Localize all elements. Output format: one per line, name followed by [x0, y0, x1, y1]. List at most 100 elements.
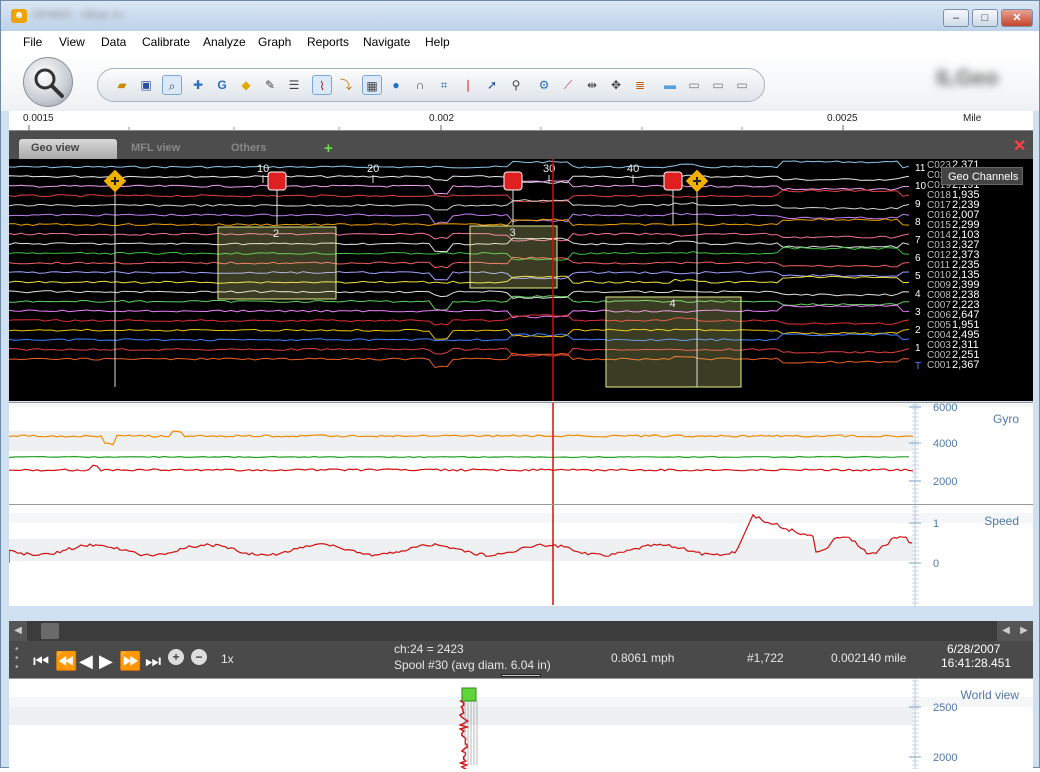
geo-chart[interactable]: 102030402341110987654321TC0232,371C0202,… — [8, 159, 1033, 401]
menu-reports[interactable]: Reports — [307, 35, 349, 49]
axis-tick-label: 1 — [933, 518, 939, 530]
geo-trace — [8, 352, 910, 369]
globe-icon[interactable]: ● — [386, 75, 406, 95]
anomaly-box-label: 3 — [510, 227, 516, 239]
chat-icon[interactable]: ▭ — [684, 75, 704, 95]
horizontal-scrollbar[interactable]: ◀ ◀ ▶ — [9, 621, 1033, 641]
scroll-thumb[interactable] — [41, 623, 59, 639]
chat3-icon[interactable]: ▭ — [732, 75, 752, 95]
scale-icon[interactable]: ⇹ — [582, 75, 602, 95]
minimize-button[interactable]: – — [943, 9, 969, 27]
first-frame-icon[interactable]: ⏮ — [33, 651, 49, 672]
world-position-marker[interactable] — [461, 687, 477, 702]
zoom-orb-button[interactable] — [23, 57, 73, 107]
ruler-label: 0.002 — [429, 113, 455, 124]
bend-icon[interactable]: ⤵ — [336, 75, 356, 95]
anomaly-box[interactable] — [605, 296, 742, 388]
ruler-icon[interactable]: ⟋ — [558, 75, 578, 95]
gyro-plot[interactable]: 6000 4000 2000 Gyro — [8, 397, 1033, 505]
tab-mfl-view[interactable]: MFL view — [119, 139, 192, 159]
chart-icon[interactable]: ⌇ — [312, 75, 332, 95]
title-bar[interactable] — [1, 1, 1039, 31]
crop-icon[interactable]: ⌗ — [434, 75, 454, 95]
add-marker-icon[interactable]: ✚ — [188, 75, 208, 95]
geo-trace — [8, 218, 910, 227]
bar-icon[interactable]: ▬ — [660, 75, 680, 95]
menu-graph[interactable]: Graph — [258, 35, 291, 49]
step-back-icon[interactable]: ◀ — [79, 651, 93, 672]
diamond-marker-icon[interactable]: ◆ — [236, 75, 256, 95]
close-button[interactable]: ✕ — [1001, 9, 1033, 27]
magnifier-icon — [34, 68, 64, 98]
speed-plot[interactable]: 1 0 Speed — [8, 505, 1033, 607]
gear-icon[interactable]: ⚙ — [534, 75, 554, 95]
speed-chart[interactable]: 1 0 Speed — [8, 504, 1033, 607]
geo-trace — [8, 295, 910, 311]
scroll-left-icon[interactable]: ◀ — [9, 621, 27, 641]
thermometer-icon[interactable]: ❘ — [458, 75, 478, 95]
speed-up-icon[interactable]: + — [168, 649, 184, 665]
geo-trace — [8, 212, 910, 225]
scroll-right-icon[interactable]: ▶ — [1015, 621, 1033, 641]
app-window: ☻ DFMAS - GEye 4.0 – □ ✕ File View Data … — [0, 0, 1040, 772]
close-view-icon[interactable]: ✕ — [1013, 139, 1029, 155]
play-icon[interactable]: ▶ — [99, 651, 113, 672]
tab-geo-view[interactable]: Geo view — [19, 139, 117, 159]
geo-trace — [8, 174, 910, 184]
maximize-button[interactable]: □ — [972, 9, 998, 27]
geo-trace — [8, 289, 910, 299]
distance-label: 20 — [367, 163, 379, 175]
axis-tick-label: 6000 — [933, 403, 957, 414]
menu-calibrate[interactable]: Calibrate — [142, 35, 190, 49]
geo-trace — [8, 179, 910, 195]
drag-handle-icon[interactable]: • • • — [15, 645, 19, 673]
anomaly-box-label: 4 — [670, 298, 676, 310]
gyro-chart[interactable]: 6000 4000 2000 Gyro — [8, 397, 1033, 505]
axis-tick-label: 2000 — [933, 476, 957, 488]
channel-name: C001 — [927, 360, 951, 371]
menu-help[interactable]: Help — [425, 35, 450, 49]
distance-readout: 0.002140 mile — [831, 651, 907, 665]
world-view-chart[interactable]: 2500 2000 World view — [9, 678, 1033, 772]
menu-file[interactable]: File — [23, 35, 42, 49]
menu-navigate[interactable]: Navigate — [363, 35, 410, 49]
pin-icon[interactable]: ⚲ — [506, 75, 526, 95]
weld-marker-icon[interactable] — [267, 171, 287, 191]
chat2-icon[interactable]: ▭ — [708, 75, 728, 95]
world-view-plot[interactable]: 2500 2000 World view — [9, 679, 1033, 772]
sensor-label: 1 — [915, 343, 921, 354]
add-tab-button[interactable]: + — [324, 140, 333, 157]
lines-icon[interactable]: ☰ — [284, 75, 304, 95]
valve-marker-icon[interactable] — [503, 171, 523, 191]
move-icon[interactable]: ✥ — [606, 75, 626, 95]
menu-data[interactable]: Data — [101, 35, 126, 49]
magnet-icon[interactable]: ∩ — [410, 75, 430, 95]
brand-logo: ILGeo — [936, 65, 999, 90]
pen-icon[interactable]: ✎ — [260, 75, 280, 95]
last-frame-icon[interactable]: ⏭ — [145, 651, 161, 672]
tab-others[interactable]: Others — [219, 139, 278, 159]
chart-label: World view — [961, 688, 1020, 702]
weld-marker-icon[interactable] — [663, 171, 683, 191]
axis-tick-label: 2000 — [933, 752, 957, 764]
zoom-icon[interactable]: ⌕ — [162, 75, 182, 95]
menu-analyze[interactable]: Analyze — [203, 35, 246, 49]
grid-icon[interactable]: ▦ — [362, 75, 382, 95]
arrow-icon[interactable]: ➚ — [482, 75, 502, 95]
sensor-label: T — [915, 361, 921, 372]
open-folder-icon[interactable]: ▰ — [112, 75, 132, 95]
geo-tooltip: Geo Channels — [941, 167, 1023, 185]
plot-band — [9, 697, 1033, 707]
scroll-left-end-icon[interactable]: ◀ — [997, 621, 1015, 641]
save-icon[interactable]: ▣ — [136, 75, 156, 95]
speed-down-icon[interactable]: − — [191, 649, 207, 665]
rewind-icon[interactable]: ⏪ — [55, 651, 77, 672]
menu-view[interactable]: View — [59, 35, 85, 49]
fast-forward-icon[interactable]: ⏩ — [119, 651, 141, 672]
geo-channel-plot[interactable]: 102030402341110987654321TC0232,371C0202,… — [8, 159, 1033, 401]
list-icon[interactable]: ≣ — [630, 75, 650, 95]
playback-rate: 1x — [221, 652, 234, 666]
sensor-label: 6 — [915, 253, 921, 264]
app-icon[interactable]: ☻ — [11, 9, 27, 23]
g-icon[interactable]: G — [212, 75, 232, 95]
